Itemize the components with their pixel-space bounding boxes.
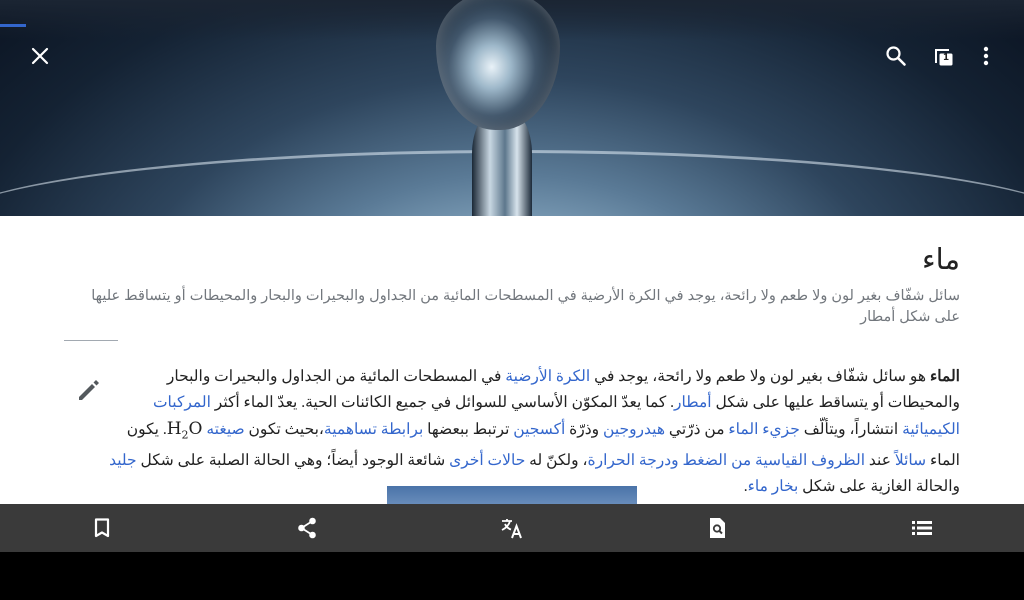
lead-paragraph: الماء هو سائل شفّاف بغير لون ولا طعم ولا… xyxy=(108,364,960,500)
link-ice[interactable]: جليد xyxy=(109,452,137,469)
text-run: عند xyxy=(865,452,895,470)
link-earth[interactable]: الكرة الأرضية xyxy=(505,368,590,385)
share-icon xyxy=(298,517,316,539)
search-button[interactable] xyxy=(880,40,912,72)
save-button[interactable] xyxy=(0,504,205,552)
overflow-menu-button[interactable] xyxy=(970,40,1002,72)
formula-o: O xyxy=(188,419,203,439)
link-covalent-bond[interactable]: برابطة تساهمية xyxy=(324,421,423,438)
load-progress-bar xyxy=(0,24,26,27)
infobox-image[interactable] xyxy=(387,486,637,506)
chemical-formula: H2O xyxy=(166,419,203,442)
page-action-toolbar xyxy=(0,504,1024,552)
find-in-page-icon xyxy=(709,518,725,538)
text-run: شائعة الوجود أيضاً؛ وهي الحالة الصلبة عل… xyxy=(136,452,450,470)
water-droplet xyxy=(436,0,560,130)
article-title: ماء xyxy=(921,242,960,276)
text-run: ترتبط ببعضها xyxy=(423,421,514,438)
language-button[interactable] xyxy=(410,504,615,552)
formula-h: H xyxy=(166,419,182,439)
search-icon xyxy=(886,46,906,66)
text-run: والحالة الغازية على شكل xyxy=(798,478,960,496)
text-run: هو سائل شفّاف بغير لون ولا طعم ولا رائحة… xyxy=(590,368,930,385)
link-rain[interactable]: أمطار xyxy=(674,394,712,411)
text-run: . كما يعدّ المكوّن الأساسي للسوائل في جم… xyxy=(210,394,675,411)
translate-icon xyxy=(501,519,522,539)
bold-term: الماء xyxy=(929,368,960,385)
link-other-states[interactable]: حالات أخرى xyxy=(449,452,525,469)
text-run: انتشاراً، ويتألّف xyxy=(799,421,903,438)
text-run: من ذرّتي xyxy=(665,421,729,438)
table-of-contents-icon xyxy=(911,521,932,535)
link-liquid[interactable]: سائلاً xyxy=(895,452,926,469)
link-formula[interactable]: صيغته xyxy=(206,421,244,438)
lead-image[interactable] xyxy=(0,0,1024,216)
article-content: ماء سائل شفّاف بغير لون ولا طعم ولا رائح… xyxy=(64,216,960,495)
text-run: ،بحيث تكون xyxy=(244,421,324,438)
close-button[interactable] xyxy=(24,40,56,72)
find-in-page-button[interactable] xyxy=(614,504,819,552)
edit-button[interactable] xyxy=(74,376,102,404)
tabs-button[interactable]: 1 xyxy=(928,40,960,72)
lead-divider xyxy=(64,340,118,341)
link-molecule[interactable]: جزيء الماء xyxy=(728,421,799,438)
link-oxygen[interactable]: أكسجين xyxy=(513,421,565,438)
formula-subscript: 2 xyxy=(181,428,189,442)
text-run: ، ولكنّ له xyxy=(525,452,588,470)
text-run: وذرّة xyxy=(565,421,604,438)
contents-button[interactable] xyxy=(819,504,1024,552)
tabs-count: 1 xyxy=(942,53,950,63)
pencil-icon xyxy=(79,380,99,400)
link-water-vapor[interactable]: بخار ماء xyxy=(748,478,799,495)
more-vert-icon xyxy=(983,46,989,66)
link-hydrogen[interactable]: هيدروجين xyxy=(603,421,665,438)
share-button[interactable] xyxy=(205,504,410,552)
system-navigation-bar xyxy=(0,552,1024,600)
article-description: سائل شفّاف بغير لون ولا طعم ولا رائحة، ي… xyxy=(91,288,960,325)
bookmark-icon xyxy=(95,518,110,538)
app-screen: 1 ماء سائل شفّاف بغير لون ولا طعم ولا را… xyxy=(0,0,1024,552)
link-standard-conditions[interactable]: الظروف القياسية من الضغط ودرجة الحرارة xyxy=(588,452,866,469)
close-icon xyxy=(31,47,49,65)
